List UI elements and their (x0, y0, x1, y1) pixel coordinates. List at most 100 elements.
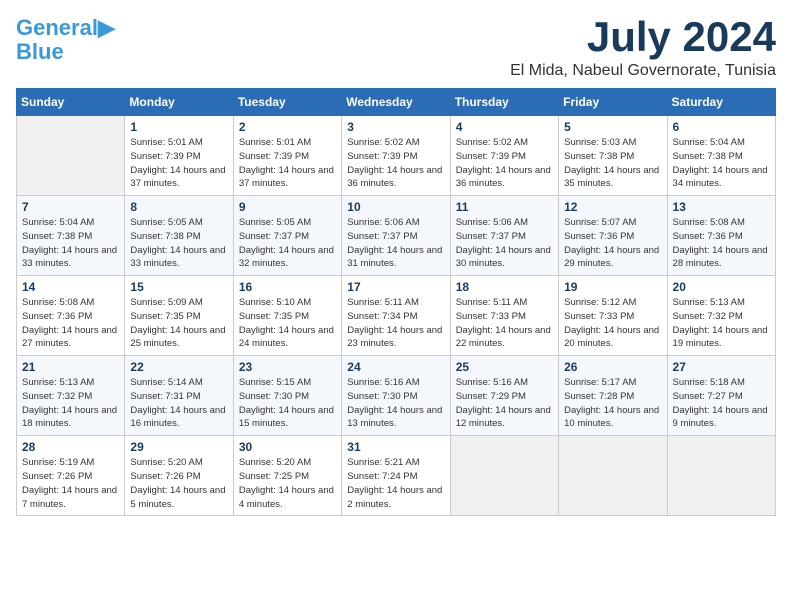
calendar-cell: 20 Sunrise: 5:13 AMSunset: 7:32 PMDaylig… (667, 276, 775, 356)
calendar-cell: 11 Sunrise: 5:06 AMSunset: 7:37 PMDaylig… (450, 196, 558, 276)
calendar-cell: 19 Sunrise: 5:12 AMSunset: 7:33 PMDaylig… (559, 276, 667, 356)
day-info: Sunrise: 5:06 AMSunset: 7:37 PMDaylight:… (347, 216, 444, 271)
logo-blue-text: Blue (16, 39, 64, 64)
calendar-cell: 5 Sunrise: 5:03 AMSunset: 7:38 PMDayligh… (559, 116, 667, 196)
day-number: 28 (22, 440, 119, 454)
day-info: Sunrise: 5:17 AMSunset: 7:28 PMDaylight:… (564, 376, 661, 431)
day-number: 21 (22, 360, 119, 374)
day-number: 31 (347, 440, 444, 454)
calendar-cell: 21 Sunrise: 5:13 AMSunset: 7:32 PMDaylig… (17, 356, 125, 436)
day-info: Sunrise: 5:01 AMSunset: 7:39 PMDaylight:… (130, 136, 227, 191)
day-number: 29 (130, 440, 227, 454)
calendar-week-row: 21 Sunrise: 5:13 AMSunset: 7:32 PMDaylig… (17, 356, 776, 436)
day-info: Sunrise: 5:16 AMSunset: 7:30 PMDaylight:… (347, 376, 444, 431)
day-info: Sunrise: 5:20 AMSunset: 7:26 PMDaylight:… (130, 456, 227, 511)
title-block: July 2024 El Mida, Nabeul Governorate, T… (510, 16, 776, 80)
day-info: Sunrise: 5:18 AMSunset: 7:27 PMDaylight:… (673, 376, 770, 431)
day-info: Sunrise: 5:02 AMSunset: 7:39 PMDaylight:… (347, 136, 444, 191)
day-info: Sunrise: 5:13 AMSunset: 7:32 PMDaylight:… (673, 296, 770, 351)
day-info: Sunrise: 5:19 AMSunset: 7:26 PMDaylight:… (22, 456, 119, 511)
calendar-cell: 3 Sunrise: 5:02 AMSunset: 7:39 PMDayligh… (342, 116, 450, 196)
location: El Mida, Nabeul Governorate, Tunisia (510, 62, 776, 80)
day-number: 1 (130, 120, 227, 134)
calendar-cell (17, 116, 125, 196)
day-number: 10 (347, 200, 444, 214)
weekday-header-sunday: Sunday (17, 89, 125, 116)
day-info: Sunrise: 5:03 AMSunset: 7:38 PMDaylight:… (564, 136, 661, 191)
day-info: Sunrise: 5:10 AMSunset: 7:35 PMDaylight:… (239, 296, 336, 351)
day-info: Sunrise: 5:14 AMSunset: 7:31 PMDaylight:… (130, 376, 227, 431)
day-info: Sunrise: 5:16 AMSunset: 7:29 PMDaylight:… (456, 376, 553, 431)
weekday-header-wednesday: Wednesday (342, 89, 450, 116)
day-number: 19 (564, 280, 661, 294)
day-number: 8 (130, 200, 227, 214)
day-number: 13 (673, 200, 770, 214)
calendar-week-row: 28 Sunrise: 5:19 AMSunset: 7:26 PMDaylig… (17, 436, 776, 516)
calendar-cell: 6 Sunrise: 5:04 AMSunset: 7:38 PMDayligh… (667, 116, 775, 196)
day-number: 24 (347, 360, 444, 374)
logo: General▶ Blue (16, 16, 115, 64)
day-number: 12 (564, 200, 661, 214)
calendar-week-row: 7 Sunrise: 5:04 AMSunset: 7:38 PMDayligh… (17, 196, 776, 276)
day-info: Sunrise: 5:15 AMSunset: 7:30 PMDaylight:… (239, 376, 336, 431)
calendar-cell: 28 Sunrise: 5:19 AMSunset: 7:26 PMDaylig… (17, 436, 125, 516)
day-number: 26 (564, 360, 661, 374)
weekday-header-tuesday: Tuesday (233, 89, 341, 116)
logo-general: General (16, 15, 98, 40)
weekday-header-saturday: Saturday (667, 89, 775, 116)
calendar-cell: 13 Sunrise: 5:08 AMSunset: 7:36 PMDaylig… (667, 196, 775, 276)
calendar-cell: 29 Sunrise: 5:20 AMSunset: 7:26 PMDaylig… (125, 436, 233, 516)
calendar-cell: 25 Sunrise: 5:16 AMSunset: 7:29 PMDaylig… (450, 356, 558, 436)
day-info: Sunrise: 5:04 AMSunset: 7:38 PMDaylight:… (673, 136, 770, 191)
day-number: 6 (673, 120, 770, 134)
calendar-cell: 14 Sunrise: 5:08 AMSunset: 7:36 PMDaylig… (17, 276, 125, 356)
calendar-cell: 4 Sunrise: 5:02 AMSunset: 7:39 PMDayligh… (450, 116, 558, 196)
day-number: 18 (456, 280, 553, 294)
day-number: 9 (239, 200, 336, 214)
day-info: Sunrise: 5:21 AMSunset: 7:24 PMDaylight:… (347, 456, 444, 511)
calendar-cell: 1 Sunrise: 5:01 AMSunset: 7:39 PMDayligh… (125, 116, 233, 196)
calendar-cell: 7 Sunrise: 5:04 AMSunset: 7:38 PMDayligh… (17, 196, 125, 276)
day-number: 4 (456, 120, 553, 134)
day-number: 30 (239, 440, 336, 454)
day-info: Sunrise: 5:08 AMSunset: 7:36 PMDaylight:… (673, 216, 770, 271)
calendar-table: SundayMondayTuesdayWednesdayThursdayFrid… (16, 88, 776, 516)
weekday-header-row: SundayMondayTuesdayWednesdayThursdayFrid… (17, 89, 776, 116)
day-number: 17 (347, 280, 444, 294)
calendar-cell: 10 Sunrise: 5:06 AMSunset: 7:37 PMDaylig… (342, 196, 450, 276)
calendar-cell: 16 Sunrise: 5:10 AMSunset: 7:35 PMDaylig… (233, 276, 341, 356)
day-info: Sunrise: 5:05 AMSunset: 7:38 PMDaylight:… (130, 216, 227, 271)
calendar-cell (450, 436, 558, 516)
day-number: 2 (239, 120, 336, 134)
calendar-cell: 12 Sunrise: 5:07 AMSunset: 7:36 PMDaylig… (559, 196, 667, 276)
calendar-week-row: 1 Sunrise: 5:01 AMSunset: 7:39 PMDayligh… (17, 116, 776, 196)
calendar-cell: 17 Sunrise: 5:11 AMSunset: 7:34 PMDaylig… (342, 276, 450, 356)
day-number: 23 (239, 360, 336, 374)
calendar-cell: 27 Sunrise: 5:18 AMSunset: 7:27 PMDaylig… (667, 356, 775, 436)
calendar-cell: 8 Sunrise: 5:05 AMSunset: 7:38 PMDayligh… (125, 196, 233, 276)
weekday-header-friday: Friday (559, 89, 667, 116)
page-header: General▶ Blue July 2024 El Mida, Nabeul … (16, 16, 776, 80)
day-number: 5 (564, 120, 661, 134)
day-number: 15 (130, 280, 227, 294)
day-number: 11 (456, 200, 553, 214)
calendar-cell (667, 436, 775, 516)
day-info: Sunrise: 5:04 AMSunset: 7:38 PMDaylight:… (22, 216, 119, 271)
day-info: Sunrise: 5:06 AMSunset: 7:37 PMDaylight:… (456, 216, 553, 271)
month-year: July 2024 (510, 16, 776, 58)
weekday-header-monday: Monday (125, 89, 233, 116)
day-number: 25 (456, 360, 553, 374)
logo-blue: ▶ (98, 15, 115, 40)
day-info: Sunrise: 5:05 AMSunset: 7:37 PMDaylight:… (239, 216, 336, 271)
day-info: Sunrise: 5:01 AMSunset: 7:39 PMDaylight:… (239, 136, 336, 191)
day-info: Sunrise: 5:11 AMSunset: 7:33 PMDaylight:… (456, 296, 553, 351)
day-info: Sunrise: 5:02 AMSunset: 7:39 PMDaylight:… (456, 136, 553, 191)
day-number: 3 (347, 120, 444, 134)
calendar-body: 1 Sunrise: 5:01 AMSunset: 7:39 PMDayligh… (17, 116, 776, 516)
calendar-cell: 31 Sunrise: 5:21 AMSunset: 7:24 PMDaylig… (342, 436, 450, 516)
calendar-cell: 23 Sunrise: 5:15 AMSunset: 7:30 PMDaylig… (233, 356, 341, 436)
calendar-cell: 2 Sunrise: 5:01 AMSunset: 7:39 PMDayligh… (233, 116, 341, 196)
calendar-cell: 22 Sunrise: 5:14 AMSunset: 7:31 PMDaylig… (125, 356, 233, 436)
logo-text: General▶ Blue (16, 16, 115, 64)
day-number: 14 (22, 280, 119, 294)
